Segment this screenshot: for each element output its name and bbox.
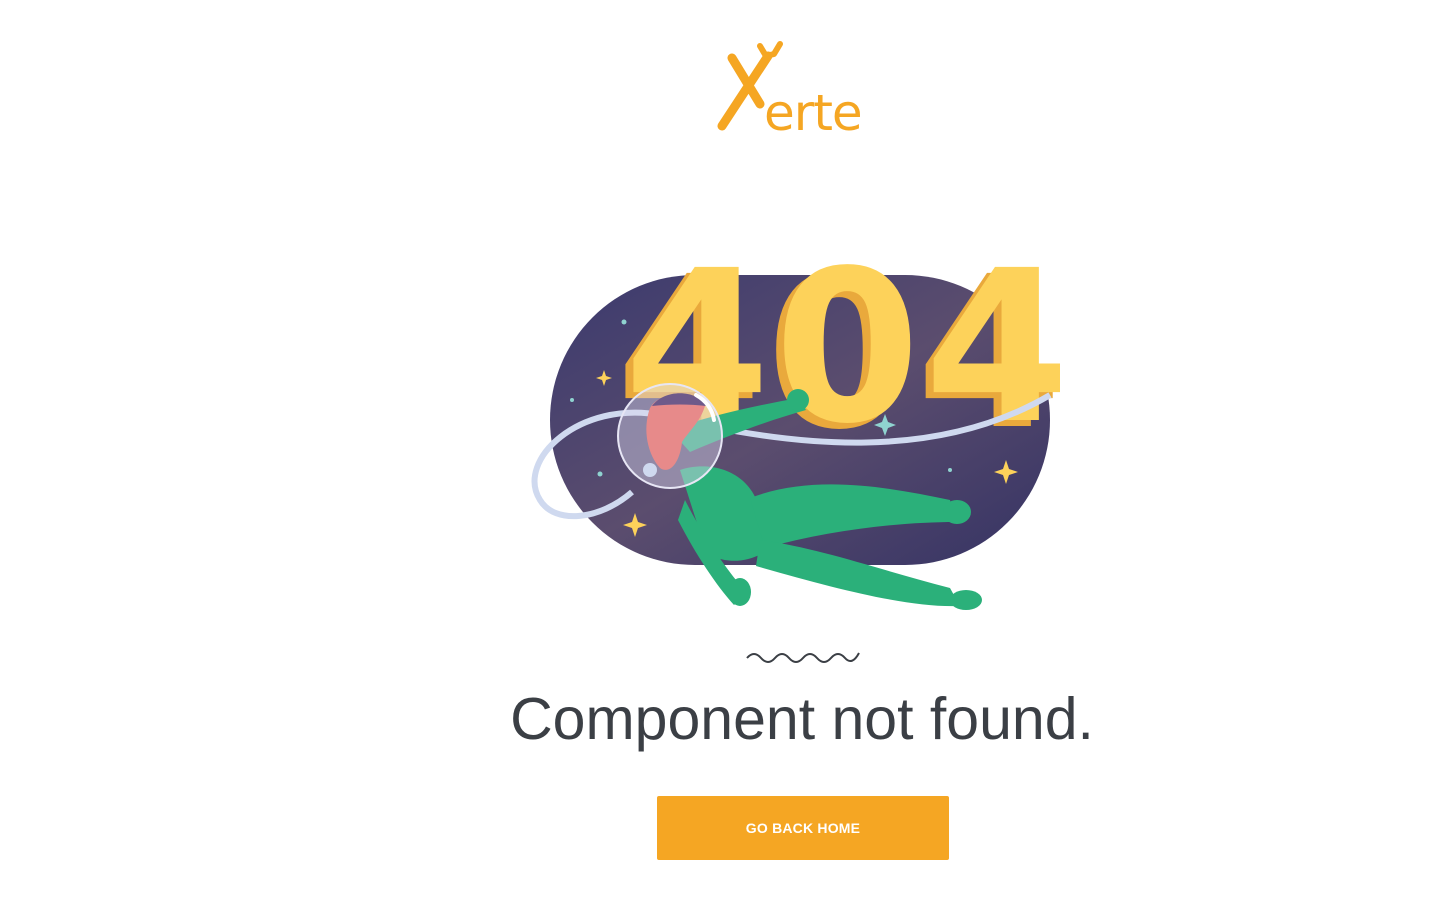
error-message: Component not found. [510,686,1094,752]
squiggle-divider [746,652,860,663]
xerte-logo: erte [716,40,896,138]
helmet [617,383,723,489]
go-back-home-button[interactable]: GO BACK HOME [657,796,949,860]
astronaut-404-illustration: 404 404 [531,230,1060,610]
logo-wordmark: erte [764,84,863,142]
